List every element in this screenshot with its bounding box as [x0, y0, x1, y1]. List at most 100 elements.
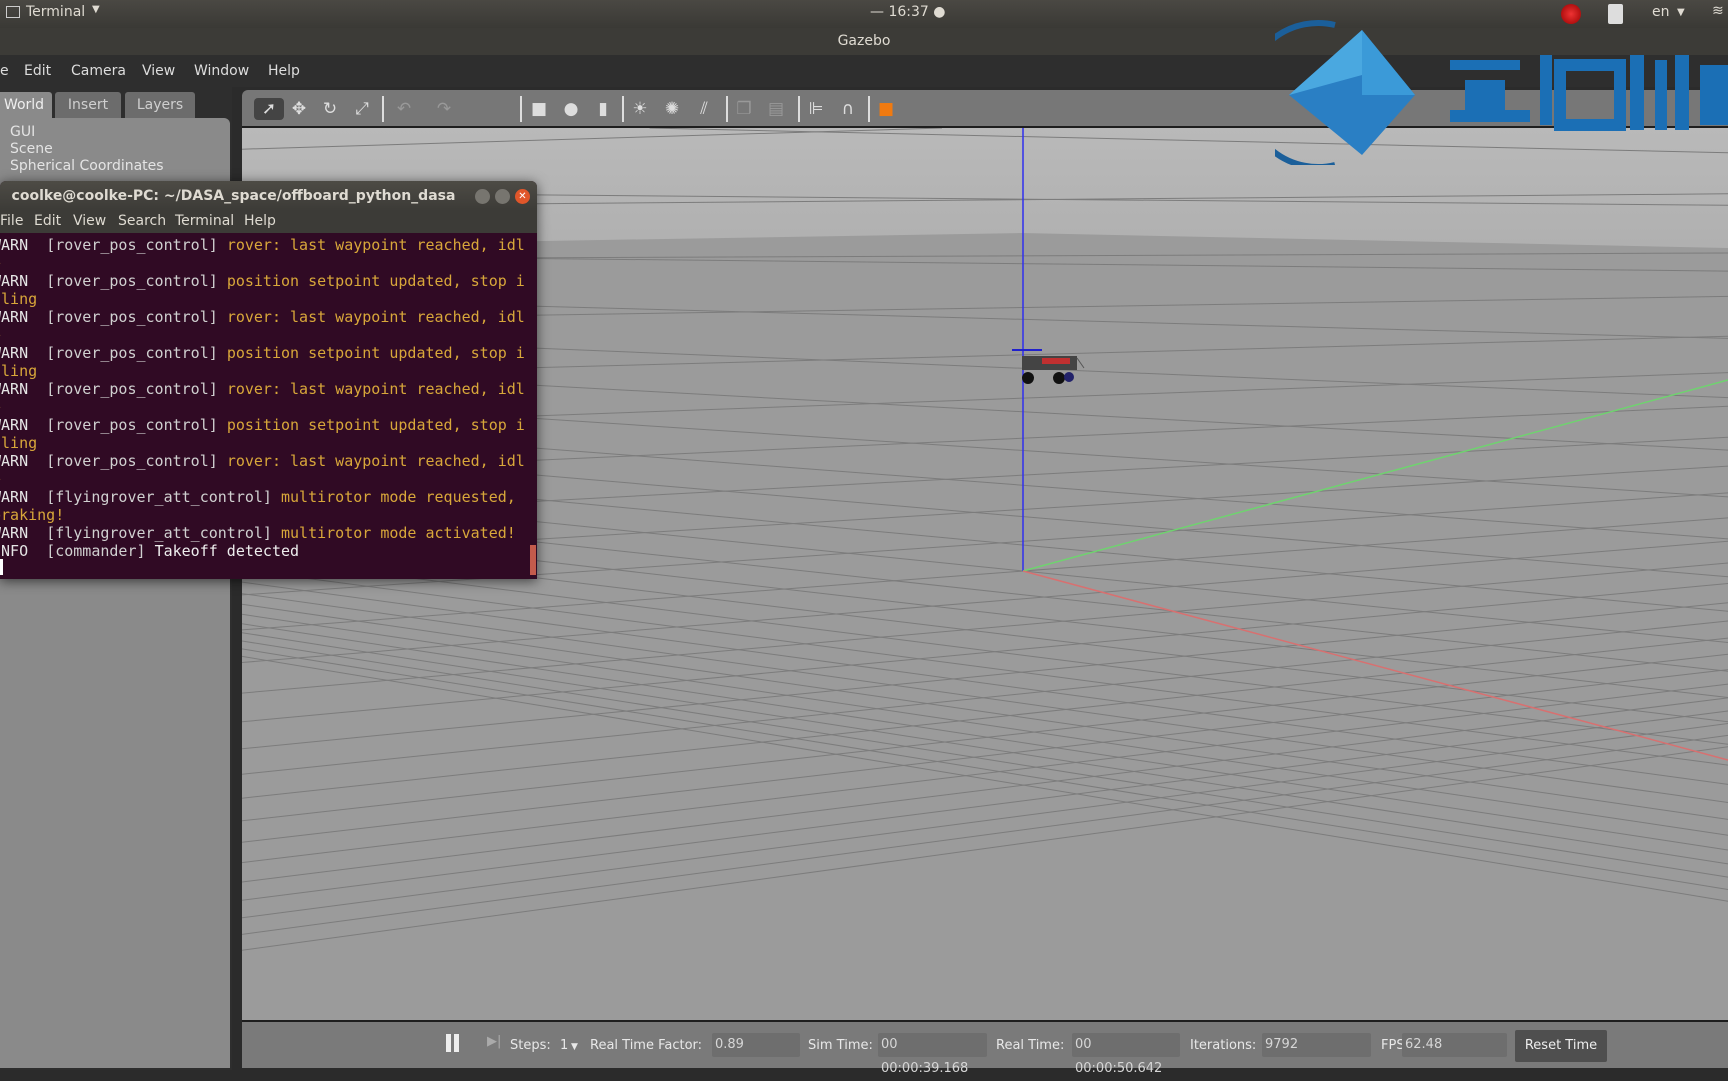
log-module: [rover_pos_control]	[46, 416, 218, 434]
log-level: WARN	[0, 416, 29, 434]
log-module: [commander]	[46, 542, 146, 560]
log-message: rover: last waypoint reached, idl	[226, 308, 525, 326]
sim-time-field: 00 00:00:39.168	[878, 1033, 987, 1076]
translate-tool-icon[interactable]: ✥	[287, 98, 311, 120]
log-continuation: e	[0, 398, 1, 416]
log-continuation: e	[0, 470, 1, 488]
select-tool-icon[interactable]: ➚	[254, 98, 284, 120]
box-shape-icon[interactable]: ■	[527, 98, 551, 120]
log-module: [flyingrover_att_control]	[46, 524, 272, 542]
paste-icon[interactable]: ▤	[764, 98, 788, 120]
log-level: WARN	[0, 236, 29, 254]
maximize-button[interactable]	[495, 189, 510, 204]
menu-help[interactable]: Help	[268, 63, 300, 79]
steps-label: Steps:	[510, 1038, 551, 1053]
copy-icon[interactable]: ❐	[732, 98, 756, 120]
menu-window[interactable]: Window	[194, 63, 249, 79]
log-module: [rover_pos_control]	[46, 452, 218, 470]
terminal-line: e	[0, 254, 537, 272]
log-level: WARN	[0, 524, 29, 542]
tab-world[interactable]: World	[0, 92, 52, 118]
menu-edit[interactable]: Edit	[24, 63, 51, 79]
spot-light-icon[interactable]: ✺	[660, 98, 684, 120]
log-continuation: braking!	[0, 506, 65, 524]
terminal-line: WARN [rover_pos_control] position setpoi…	[0, 344, 537, 362]
log-message: rover: last waypoint reached, idl	[226, 452, 525, 470]
scrollbar[interactable]	[530, 545, 536, 575]
scale-tool-icon[interactable]: ⤢	[350, 98, 374, 120]
real-time-field: 00 00:00:50.642	[1072, 1033, 1180, 1076]
terminal-line: e	[0, 326, 537, 344]
terminal-menu-view[interactable]: View	[73, 213, 106, 229]
rtf-label: Real Time Factor:	[590, 1038, 703, 1053]
log-message: position setpoint updated, stop i	[226, 416, 525, 434]
terminal-menu-bar: File Edit View Search Terminal Help	[0, 211, 537, 233]
undo-icon[interactable]: ↶	[392, 98, 416, 120]
log-continuation: e	[0, 326, 1, 344]
terminal-line: WARN [rover_pos_control] rover: last way…	[0, 236, 537, 254]
terminal-line: braking!	[0, 506, 537, 524]
step-icon[interactable]: ▶|	[487, 1034, 501, 1049]
log-message: rover: last waypoint reached, idl	[226, 380, 525, 398]
log-module: [rover_pos_control]	[46, 308, 218, 326]
log-level: WARN	[0, 308, 29, 326]
terminal-line: dling	[0, 434, 537, 452]
tree-item-spherical-coordinates[interactable]: Spherical Coordinates	[10, 158, 164, 174]
view-angle-icon[interactable]: ■	[874, 98, 898, 120]
sphere-shape-icon[interactable]: ●	[559, 98, 583, 120]
rtf-field: 0.89	[712, 1033, 800, 1057]
snap-icon[interactable]: ∩	[836, 98, 860, 120]
terminal-menu-search[interactable]: Search	[118, 213, 166, 229]
point-light-icon[interactable]: ☀	[628, 98, 652, 120]
steps-value[interactable]: 1	[560, 1038, 568, 1053]
menu-file[interactable]: e	[0, 63, 9, 79]
log-level: WARN	[0, 380, 29, 398]
terminal-icon	[6, 6, 20, 18]
terminal-line: WARN [flyingrover_att_control] multiroto…	[0, 488, 537, 506]
log-level: WARN	[0, 452, 29, 470]
align-icon[interactable]: ⊫	[804, 98, 828, 120]
real-time-label: Real Time:	[996, 1038, 1065, 1053]
reset-time-button[interactable]: Reset Time	[1515, 1030, 1607, 1062]
steps-dropdown-icon[interactable]: ▼	[571, 1042, 578, 1052]
pause-icon[interactable]	[446, 1034, 451, 1052]
directional-light-icon[interactable]: ⫽	[692, 98, 716, 120]
iterations-field: 9792	[1262, 1033, 1371, 1057]
log-message: multirotor mode activated!	[281, 524, 516, 542]
app-menu[interactable]: Terminal	[26, 4, 85, 20]
terminal-window[interactable]: coolke@coolke-PC: ~/DASA_space/offboard_…	[0, 181, 537, 579]
terminal-line: WARN [rover_pos_control] rover: last way…	[0, 452, 537, 470]
terminal-line: e	[0, 398, 537, 416]
terminal-line: e	[0, 470, 537, 488]
tree-item-scene[interactable]: Scene	[10, 141, 53, 157]
sim-time-label: Sim Time:	[808, 1038, 873, 1053]
log-module: [rover_pos_control]	[46, 272, 218, 290]
cylinder-shape-icon[interactable]: ▮	[591, 98, 615, 120]
menu-camera[interactable]: Camera	[71, 63, 126, 79]
log-module: [flyingrover_att_control]	[46, 488, 272, 506]
log-level: WARN	[0, 488, 29, 506]
log-message: position setpoint updated, stop i	[226, 344, 525, 362]
minimize-button[interactable]	[475, 189, 490, 204]
terminal-menu-help[interactable]: Help	[244, 213, 276, 229]
log-continuation: dling	[0, 290, 38, 308]
tab-insert[interactable]: Insert	[55, 92, 121, 118]
terminal-menu-terminal[interactable]: Terminal	[175, 213, 234, 229]
tree-item-gui[interactable]: GUI	[10, 124, 35, 140]
terminal-output[interactable]: WARN [rover_pos_control] rover: last way…	[0, 235, 537, 579]
terminal-menu-file[interactable]: File	[0, 213, 23, 229]
terminal-line: WARN [flyingrover_att_control] multiroto…	[0, 524, 537, 542]
close-button[interactable]: ✕	[515, 189, 530, 204]
tab-layers[interactable]: Layers	[125, 92, 195, 118]
rotate-tool-icon[interactable]: ↻	[318, 98, 342, 120]
menu-view[interactable]: View	[142, 63, 175, 79]
log-continuation: dling	[0, 362, 38, 380]
terminal-line: WARN [rover_pos_control] rover: last way…	[0, 308, 537, 326]
chevron-down-icon: ▼	[92, 4, 100, 15]
clock[interactable]: — 16:37 ●	[870, 4, 945, 20]
terminal-menu-edit[interactable]: Edit	[34, 213, 61, 229]
log-level: WARN	[0, 272, 29, 290]
log-continuation: dling	[0, 434, 38, 452]
redo-icon[interactable]: ↷	[432, 98, 456, 120]
terminal-line: dling	[0, 290, 537, 308]
